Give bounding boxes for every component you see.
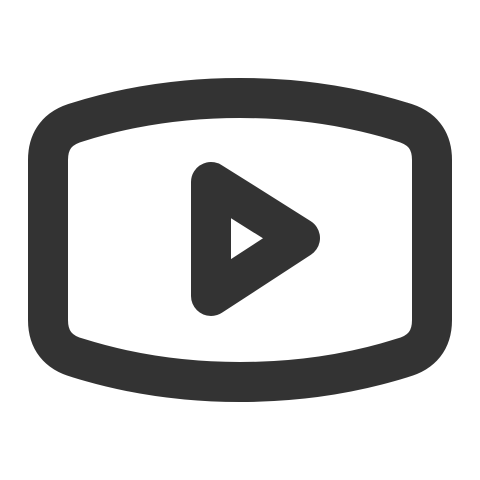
video-play-icon (28, 78, 452, 402)
icon-canvas (0, 0, 480, 480)
screen-frame (28, 78, 452, 402)
play-triangle (191, 162, 320, 316)
